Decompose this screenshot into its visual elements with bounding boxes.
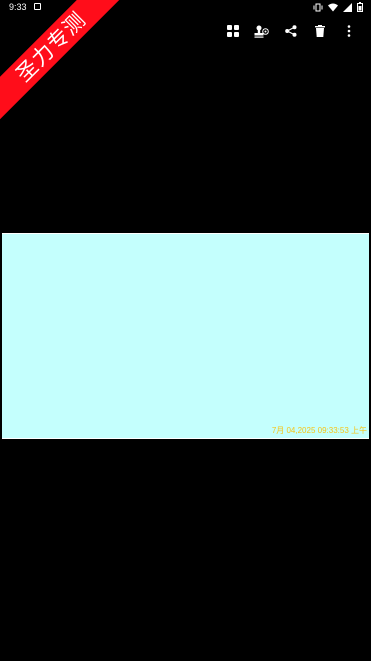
share-button[interactable] <box>276 14 305 48</box>
wifi-icon <box>328 3 338 12</box>
status-time: 9:33 <box>9 2 27 12</box>
status-icons <box>313 2 363 12</box>
grid-icon <box>226 25 239 37</box>
share-icon <box>284 25 296 37</box>
notification-icon <box>34 3 41 10</box>
photo-preview[interactable]: 7月 04,2025 09:33:53 上午 <box>2 233 369 439</box>
more-options-button[interactable] <box>334 14 363 48</box>
top-app-bar: ery <box>0 14 371 48</box>
status-bar: 9:33 <box>0 0 371 14</box>
more-vert-icon <box>347 25 350 37</box>
screen: 9:33 ery 7月 04,2025 09:33:53 上午 圣力专测 <box>0 0 371 661</box>
delete-icon <box>314 25 325 37</box>
signal-icon <box>343 2 352 12</box>
vibrate-icon <box>313 3 323 12</box>
battery-icon <box>357 2 363 12</box>
app-title: ery <box>62 23 81 37</box>
photo-timestamp: 7月 04,2025 09:33:53 上午 <box>271 426 367 435</box>
stamp-settings-button[interactable] <box>247 14 276 48</box>
grid-view-button[interactable] <box>218 14 247 48</box>
delete-button[interactable] <box>305 14 334 48</box>
app-bar-actions <box>218 14 363 48</box>
stamp-settings-icon <box>254 25 269 38</box>
